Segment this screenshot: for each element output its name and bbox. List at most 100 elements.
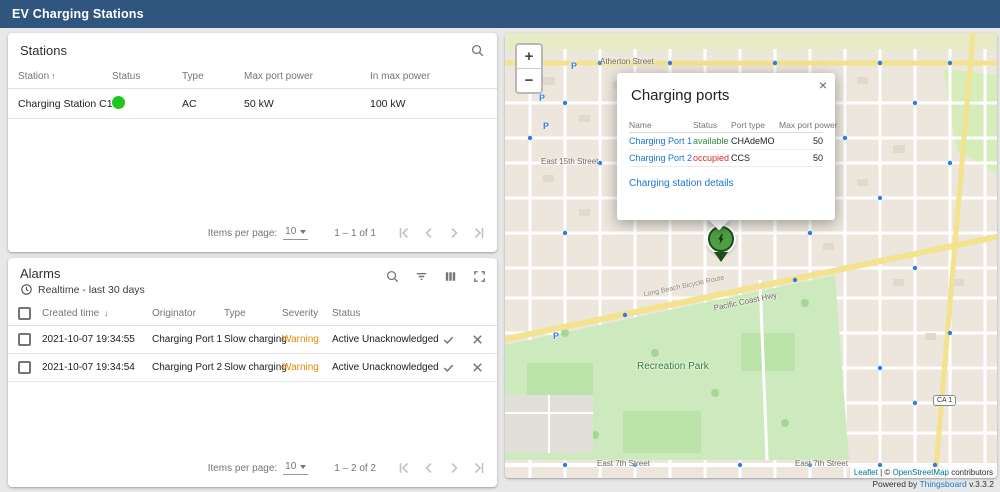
alarm-type: Slow charging — [224, 334, 282, 345]
alarm-created-time: 2021-10-07 19:34:54 — [42, 362, 152, 373]
row-checkbox[interactable] — [18, 361, 31, 374]
row-checkbox[interactable] — [18, 333, 31, 346]
parking-icon: P — [543, 121, 549, 131]
next-page-button[interactable] — [446, 460, 462, 476]
port-status: available — [693, 136, 731, 146]
search-icon[interactable] — [468, 41, 487, 60]
close-icon[interactable]: × — [819, 78, 827, 92]
alarms-toolbar — [383, 267, 489, 286]
page-size-select[interactable]: 10 — [283, 461, 308, 475]
alarm-type: Slow charging — [224, 362, 282, 373]
table-row[interactable]: Charging Station C1 AC 50 kW 100 kW — [8, 89, 497, 119]
parking-icon: P — [553, 331, 559, 341]
column-type[interactable]: Type — [224, 308, 282, 319]
station-type: AC — [182, 98, 244, 110]
search-icon[interactable] — [383, 267, 402, 286]
column-created-time[interactable]: Created time ↓ — [42, 308, 152, 319]
column-name: Name — [629, 120, 693, 130]
pagination-nav — [396, 460, 487, 476]
column-port-type: Port type — [731, 120, 779, 130]
stations-paginator: Items per page: 10 1 – 1 of 1 — [18, 220, 487, 246]
street-label: East 15th Street — [541, 157, 598, 166]
powered-by: Powered by Thingsboard v.3.3.2 — [872, 479, 994, 489]
acknowledge-icon[interactable] — [439, 330, 458, 349]
street-label: Atherton Street — [600, 57, 654, 66]
attribution-suffix: contributors — [949, 468, 993, 477]
dropdown-icon — [300, 465, 306, 469]
port-max-power: 50 — [779, 136, 823, 146]
alarm-originator: Charging Port 2 — [152, 362, 224, 373]
ev-charger-icon — [715, 233, 727, 245]
thingsboard-link[interactable]: Thingsboard — [919, 479, 966, 489]
port-status: occupied — [693, 153, 731, 163]
column-severity[interactable]: Severity — [282, 308, 332, 319]
map-attribution: Leaflet | © OpenStreetMap contributors — [850, 467, 997, 478]
alarm-severity: Warning — [282, 334, 332, 345]
zoom-out-button[interactable]: − — [517, 69, 541, 92]
column-max-port-power[interactable]: Max port power — [244, 71, 370, 82]
zoom-in-button[interactable]: + — [517, 45, 541, 68]
next-page-button[interactable] — [446, 225, 462, 241]
sort-desc-icon: ↓ — [104, 308, 109, 318]
last-page-button[interactable] — [471, 225, 487, 241]
clear-icon[interactable] — [468, 330, 487, 349]
stations-widget: Stations Station↑ Status Type Max port p… — [8, 33, 497, 252]
column-originator[interactable]: Originator — [152, 308, 224, 319]
column-station-label: Station — [18, 71, 49, 82]
last-page-button[interactable] — [471, 460, 487, 476]
prev-page-button[interactable] — [421, 225, 437, 241]
table-row[interactable]: 2021-10-07 19:34:54 Charging Port 2 Slow… — [8, 354, 497, 382]
port-name-link[interactable]: Charging Port 2 — [629, 153, 693, 163]
parking-icon: P — [539, 93, 545, 103]
page-title: EV Charging Stations — [12, 7, 144, 21]
column-type[interactable]: Type — [182, 71, 244, 82]
table-row: Charging Port 2 occupied CCS 50 — [629, 150, 823, 167]
filter-icon[interactable] — [412, 267, 431, 286]
leaflet-link[interactable]: Leaflet — [854, 468, 878, 477]
acknowledge-icon[interactable] — [439, 358, 458, 377]
first-page-button[interactable] — [396, 460, 412, 476]
page-range: 1 – 2 of 2 — [334, 463, 376, 474]
stations-title: Stations — [20, 43, 67, 58]
charging-station-marker[interactable] — [708, 226, 734, 252]
alarm-created-time: 2021-10-07 19:34:55 — [42, 334, 152, 345]
page-range: 1 – 1 of 1 — [334, 228, 376, 239]
highway-shield: CA 1 — [933, 395, 956, 406]
column-status[interactable]: Status — [112, 71, 182, 82]
alarms-paginator: Items per page: 10 1 – 2 of 2 — [18, 455, 487, 481]
zoom-control: + − — [515, 43, 543, 94]
first-page-button[interactable] — [396, 225, 412, 241]
stations-table-header: Station↑ Status Type Max port power In m… — [8, 64, 497, 89]
map-popup: × Charging ports Name Status Port type M… — [617, 73, 835, 220]
page-size-select[interactable]: 10 — [283, 226, 308, 240]
osm-link[interactable]: OpenStreetMap — [892, 468, 948, 477]
items-per-page-label: Items per page: — [208, 228, 277, 239]
port-type: CHAdeMO — [731, 136, 779, 146]
station-status-cell — [112, 96, 182, 112]
prev-page-button[interactable] — [421, 460, 437, 476]
alarms-widget: Alarms Realtime - last 30 days Created t… — [8, 258, 497, 487]
sort-asc-icon: ↑ — [51, 71, 56, 81]
popup-title: Charging ports — [631, 87, 823, 104]
clear-icon[interactable] — [468, 358, 487, 377]
charging-station-details-link[interactable]: Charging station details — [629, 178, 734, 189]
table-row[interactable]: 2021-10-07 19:34:55 Charging Port 1 Slow… — [8, 326, 497, 354]
column-status[interactable]: Status — [332, 308, 443, 319]
fullscreen-icon[interactable] — [470, 267, 489, 286]
alarms-subtitle: Realtime - last 30 days — [38, 284, 145, 296]
map-widget[interactable]: Atherton Street East 15th Street East 7t… — [505, 33, 997, 478]
alarms-card-header: Alarms — [8, 258, 497, 281]
alarm-status: Active Unacknowledged — [332, 362, 443, 373]
alarm-actions — [443, 358, 487, 377]
street-label: East 7th Street — [795, 459, 848, 468]
app-header: EV Charging Stations — [0, 0, 1000, 28]
column-in-max-power[interactable]: In max power — [370, 71, 487, 82]
column-station[interactable]: Station↑ — [18, 71, 112, 82]
columns-icon[interactable] — [441, 267, 460, 286]
port-name-link[interactable]: Charging Port 1 — [629, 136, 693, 146]
parking-icon: P — [571, 61, 577, 71]
park-label: Recreation Park — [637, 361, 709, 372]
column-max-port-power: Max port power — [779, 120, 838, 130]
column-created-time-label: Created time — [42, 308, 99, 319]
select-all-checkbox[interactable] — [18, 307, 31, 320]
